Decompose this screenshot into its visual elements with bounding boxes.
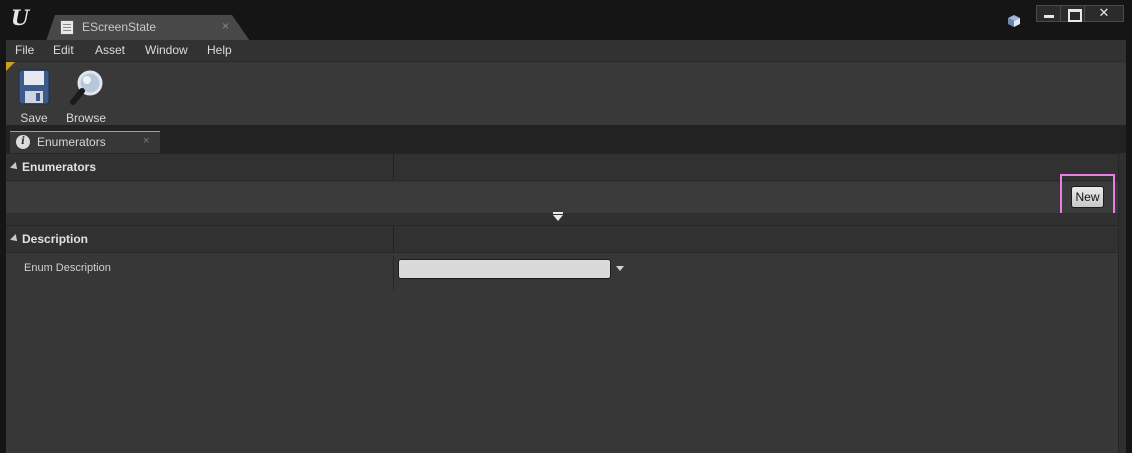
column-splitter[interactable] — [393, 226, 394, 252]
info-icon: i — [16, 135, 30, 149]
menu-help[interactable]: Help — [207, 43, 232, 57]
save-label: Save — [20, 111, 48, 125]
collapse-arrow-icon[interactable] — [10, 162, 20, 172]
tab-enumerators[interactable]: i Enumerators × — [10, 131, 160, 153]
minimize-button[interactable] — [1036, 5, 1061, 22]
document-tab-close-icon[interactable]: × — [222, 19, 229, 33]
tab-close-icon[interactable]: × — [143, 135, 149, 147]
browse-button[interactable]: Browse — [60, 67, 112, 125]
document-tab-label: EScreenState — [82, 20, 157, 34]
enum-description-row: Enum Description — [6, 255, 1118, 290]
menu-edit[interactable]: Edit — [53, 43, 74, 57]
description-section-title: Description — [22, 232, 89, 246]
magnifier-icon — [70, 70, 103, 105]
enumerators-section-header[interactable]: Enumerators — [6, 153, 1118, 181]
details-panel: Enumerators New Description Enum Descrip… — [6, 153, 1126, 453]
panel-tab-strip: i Enumerators × — [6, 125, 1126, 153]
description-section-header[interactable]: Description — [6, 225, 1118, 253]
menu-file[interactable]: File — [15, 43, 34, 57]
expand-toggle[interactable] — [6, 212, 1118, 225]
menu-bar: File Edit Asset Window Help — [6, 40, 1126, 61]
toolbar: Save Browse — [6, 61, 1126, 125]
enum-asset-icon — [60, 20, 74, 35]
browse-label: Browse — [65, 111, 106, 125]
scrollbar-track[interactable] — [1118, 153, 1126, 453]
column-splitter[interactable] — [393, 154, 394, 180]
enumerators-list — [6, 183, 1118, 213]
save-button[interactable]: Save — [8, 67, 60, 125]
menu-asset[interactable]: Asset — [95, 43, 125, 57]
menu-window[interactable]: Window — [145, 43, 188, 57]
unreal-logo-icon[interactable]: U — [6, 5, 32, 31]
chevron-down-icon[interactable] — [616, 266, 624, 271]
expand-arrow-icon[interactable] — [553, 212, 563, 221]
enumerators-section-title: Enumerators — [22, 160, 97, 174]
collapse-arrow-icon[interactable] — [10, 234, 20, 244]
enum-description-input[interactable] — [398, 259, 611, 279]
save-icon — [18, 69, 50, 105]
column-splitter[interactable] — [393, 255, 394, 290]
maximize-button[interactable] — [1060, 5, 1085, 22]
feedback-icon[interactable] — [1007, 14, 1021, 28]
enum-description-label: Enum Description — [24, 262, 111, 274]
close-window-button[interactable] — [1084, 5, 1124, 22]
title-bar: U EScreenState × — [0, 0, 1132, 41]
new-enumerator-button[interactable]: New — [1071, 186, 1104, 208]
tab-enumerators-label: Enumerators — [37, 135, 106, 149]
document-tab[interactable]: EScreenState × — [46, 15, 250, 41]
